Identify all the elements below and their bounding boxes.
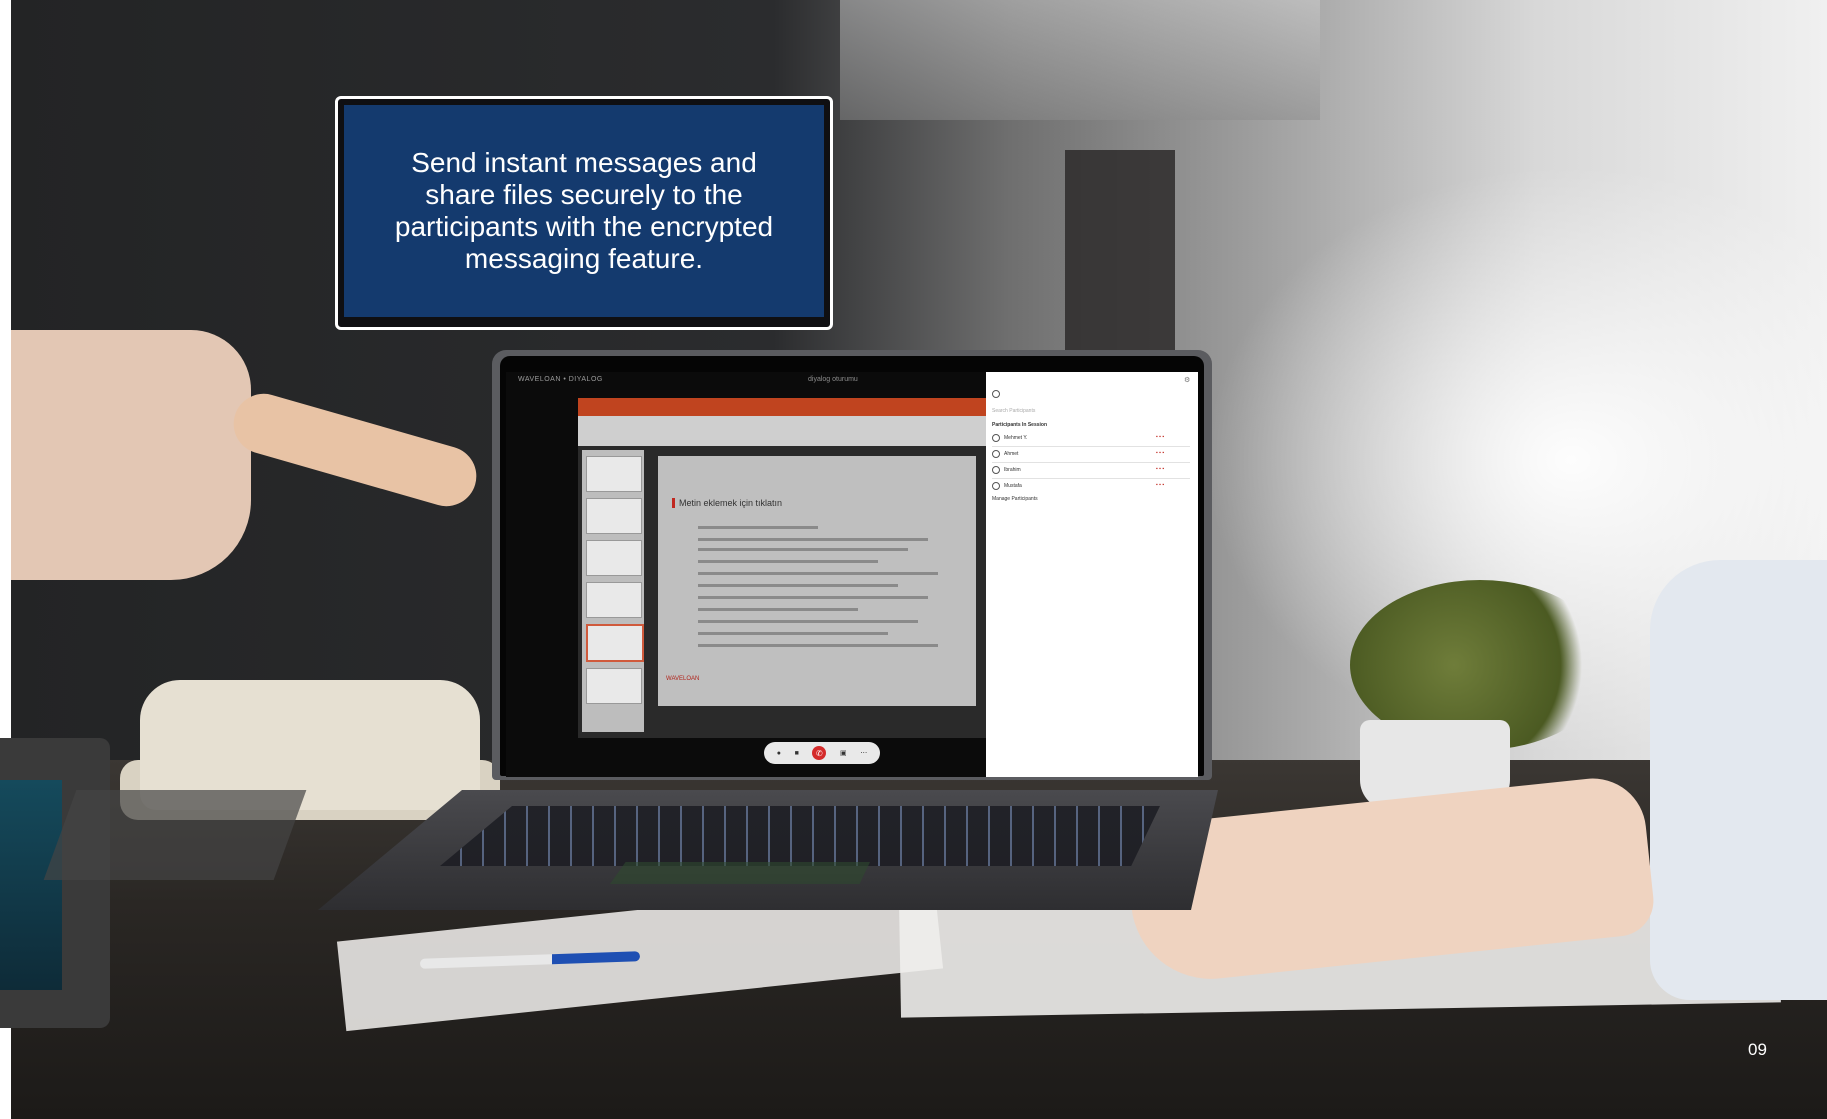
meeting-title: diyalog oturumu — [808, 376, 858, 383]
end-call-icon[interactable]: ✆ — [812, 746, 827, 760]
presentation-toolbar — [578, 416, 986, 446]
laptop-trackpad — [610, 862, 870, 884]
page-number: 09 — [1748, 1040, 1767, 1059]
slide-thumbnail — [586, 582, 642, 618]
participant-controls-icon[interactable]: ▪ ▪ ▪ — [1156, 434, 1164, 440]
slide-logo: WAVELOAN — [666, 676, 700, 682]
slide-text-line — [698, 560, 878, 563]
slide-title: Metin eklemek için tıklatın — [672, 498, 782, 508]
divider — [992, 478, 1190, 479]
side-laptop-keyboard — [43, 790, 307, 880]
presentation-slide: Metin eklemek için tıklatın WAVELOAN — [658, 456, 976, 706]
slide-stage: WAVELOAN • DIYALOG diyalog oturumu Metin… — [0, 0, 1827, 1119]
shared-screen: Metin eklemek için tıklatın WAVELOAN — [578, 398, 986, 738]
avatar-icon — [992, 482, 1000, 490]
participant-name: Ibrahim — [1004, 467, 1021, 473]
participant-name: Ahmet — [1004, 451, 1019, 457]
slide-text-line — [698, 572, 938, 575]
avatar-icon — [992, 466, 1000, 474]
participant-row[interactable]: Ahmet — [992, 450, 1018, 458]
right-arm — [1650, 560, 1827, 1000]
left-hand-sleeve — [11, 330, 251, 580]
caption-panel: Send instant messages and share files se… — [344, 105, 824, 317]
participant-controls-icon[interactable]: ▪ ▪ ▪ — [1156, 482, 1164, 488]
participant-search[interactable]: Search Participants — [992, 408, 1035, 414]
avatar-icon — [992, 390, 1000, 398]
manage-participants-label: Manage Participants — [992, 496, 1038, 502]
slide-text-line — [698, 548, 908, 551]
participants-panel: ⚙ Search Participants Participants In Se… — [986, 372, 1198, 777]
slide-text-line — [698, 608, 858, 611]
participant-row[interactable]: Mehmet Y. — [992, 434, 1027, 442]
settings-icon[interactable]: ⚙ — [1184, 376, 1190, 384]
share-screen-icon[interactable]: ▣ — [840, 749, 847, 757]
slide-thumbnail-active — [586, 624, 644, 662]
meeting-topbar: WAVELOAN • DIYALOG diyalog oturumu — [506, 372, 986, 388]
caption-callout: Send instant messages and share files se… — [335, 96, 833, 330]
slide-thumbnail — [586, 668, 642, 704]
presentation-ribbon — [578, 398, 986, 416]
laptop-screen: WAVELOAN • DIYALOG diyalog oturumu Metin… — [506, 372, 1198, 777]
participant-controls-icon[interactable]: ▪ ▪ ▪ — [1156, 466, 1164, 472]
participant-row[interactable]: Ibrahim — [992, 466, 1021, 474]
laptop-keyboard — [440, 806, 1160, 866]
participant-row[interactable]: Mustafa — [992, 482, 1022, 490]
slide-text-line — [698, 538, 928, 541]
microphone-icon[interactable]: ● — [777, 750, 781, 757]
manage-participants-link[interactable]: Manage Participants — [992, 496, 1038, 502]
participant-controls-icon[interactable]: ▪ ▪ ▪ — [1156, 450, 1164, 456]
participants-section-title: Participants In Session — [992, 422, 1048, 428]
avatar-icon — [992, 450, 1000, 458]
slide-text-line — [698, 584, 898, 587]
slide-thumbnails — [582, 450, 644, 732]
avatar-icon — [992, 434, 1000, 442]
slide-text-line — [698, 526, 818, 529]
side-laptop-screen — [0, 780, 62, 990]
participant-name: Mehmet Y. — [1004, 435, 1028, 441]
caption-text: Send instant messages and share files se… — [394, 147, 774, 274]
background-shelf — [840, 0, 1320, 120]
slide-text-line — [698, 632, 888, 635]
call-control-bar: ● ■ ✆ ▣ ⋯ — [764, 742, 880, 764]
divider — [992, 462, 1190, 463]
divider — [992, 446, 1190, 447]
slide-thumbnail — [586, 456, 642, 492]
slide-text-line — [698, 620, 918, 623]
slide-thumbnail — [586, 498, 642, 534]
camera-icon[interactable]: ■ — [795, 750, 799, 757]
slide-text-line — [698, 596, 928, 599]
slide-thumbnail — [586, 540, 642, 576]
more-options-icon[interactable]: ⋯ — [860, 749, 867, 757]
meeting-brand: WAVELOAN • DIYALOG — [518, 376, 603, 383]
slide-text-line — [698, 644, 938, 647]
participant-name: Mustafa — [1004, 483, 1022, 489]
current-user-row — [992, 390, 1000, 398]
